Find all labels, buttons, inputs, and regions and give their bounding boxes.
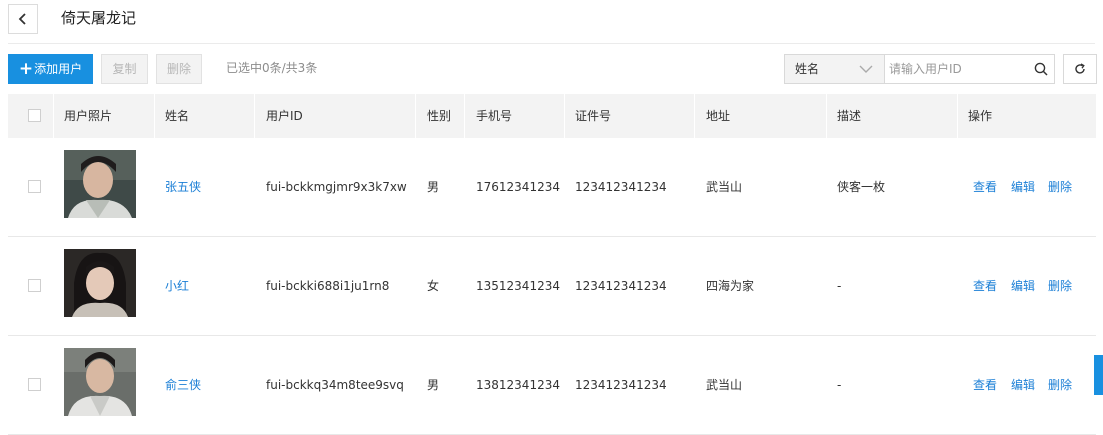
add-user-label: 添加用户 — [34, 62, 83, 76]
column-divider — [826, 94, 827, 138]
user-id-cell: fui-bckki688i1ju1rn8 — [266, 279, 390, 293]
edit-link[interactable]: 编辑 — [1011, 336, 1035, 434]
row-checkbox[interactable] — [28, 378, 41, 391]
search-group: 姓名 — [784, 54, 1055, 84]
search-icon[interactable] — [1034, 62, 1048, 76]
user-name-link[interactable]: 张五侠 — [165, 138, 201, 236]
table-row: 小红 fui-bckki688i1ju1rn8 女 13512341234 12… — [8, 237, 1096, 336]
id-number-cell: 123412341234 — [575, 378, 667, 392]
description-cell: 侠客一枚 — [837, 180, 886, 194]
back-button[interactable] — [8, 4, 38, 34]
scrollbar-thumb[interactable] — [1094, 355, 1103, 395]
delete-link[interactable]: 删除 — [1048, 237, 1072, 335]
phone-cell: 13812341234 — [476, 378, 560, 392]
column-header-description: 描述 — [837, 109, 862, 123]
gender-cell: 男 — [427, 180, 440, 194]
column-header-user-id: 用户ID — [266, 109, 303, 123]
copy-button[interactable]: 复制 — [101, 54, 148, 84]
column-divider — [254, 94, 255, 138]
address-cell: 四海为家 — [706, 279, 755, 293]
view-link[interactable]: 查看 — [973, 237, 997, 335]
id-number-cell: 123412341234 — [575, 180, 667, 194]
column-divider — [564, 94, 565, 138]
avatar — [64, 150, 136, 218]
phone-cell: 13512341234 — [476, 279, 560, 293]
delete-button[interactable]: 删除 — [156, 54, 202, 84]
page-title: 倚天屠龙记 — [61, 9, 137, 27]
edit-link[interactable]: 编辑 — [1011, 138, 1035, 236]
description-cell: - — [837, 378, 842, 392]
column-header-actions: 操作 — [968, 109, 993, 123]
toolbar: +添加用户 复制 删除 已选中0条/共3条 姓名 — [0, 54, 1103, 86]
refresh-icon — [1075, 63, 1085, 74]
chevron-left-icon — [18, 13, 26, 25]
address-cell: 武当山 — [706, 180, 743, 194]
page-header: 倚天屠龙记 — [0, 0, 1103, 44]
column-header-phone: 手机号 — [476, 109, 513, 123]
column-header-name: 姓名 — [165, 109, 190, 123]
column-divider — [154, 94, 155, 138]
header-divider — [8, 43, 1095, 44]
user-name-link[interactable]: 俞三侠 — [165, 336, 201, 434]
row-checkbox[interactable] — [28, 180, 41, 193]
id-number-cell: 123412341234 — [575, 279, 667, 293]
chevron-down-icon — [859, 65, 873, 73]
address-cell: 武当山 — [706, 378, 743, 392]
table-row: 俞三侠 fui-bckkq34m8tee9svq 男 13812341234 1… — [8, 336, 1096, 435]
view-link[interactable]: 查看 — [973, 138, 997, 236]
view-link[interactable]: 查看 — [973, 336, 997, 434]
column-divider — [464, 94, 465, 138]
delete-link[interactable]: 删除 — [1048, 336, 1072, 434]
search-field-value: 姓名 — [795, 62, 820, 76]
column-header-id-number: 证件号 — [575, 109, 612, 123]
search-input[interactable] — [885, 55, 1029, 83]
delete-link[interactable]: 删除 — [1048, 138, 1072, 236]
column-divider — [53, 94, 54, 138]
add-user-button[interactable]: +添加用户 — [8, 54, 93, 84]
column-divider — [694, 94, 695, 138]
user-name-link[interactable]: 小红 — [165, 237, 189, 335]
column-divider — [415, 94, 416, 138]
table-header: 用户照片 姓名 用户ID 性别 手机号 证件号 地址 描述 操作 — [8, 94, 1096, 138]
column-header-gender: 性别 — [427, 109, 452, 123]
description-cell: - — [837, 279, 842, 293]
column-divider — [957, 94, 958, 138]
edit-link[interactable]: 编辑 — [1011, 237, 1035, 335]
avatar — [64, 348, 136, 416]
row-checkbox[interactable] — [28, 279, 41, 292]
phone-cell: 17612341234 — [476, 180, 560, 194]
user-id-cell: fui-bckkmgjmr9x3k7xw — [266, 180, 407, 194]
plus-icon: + — [18, 59, 34, 79]
gender-cell: 女 — [427, 279, 440, 293]
avatar — [64, 249, 136, 317]
select-all-checkbox[interactable] — [28, 109, 41, 122]
user-id-cell: fui-bckkq34m8tee9svq — [266, 378, 404, 392]
column-header-photo: 用户照片 — [64, 109, 113, 123]
table-row: 张五侠 fui-bckkmgjmr9x3k7xw 男 17612341234 1… — [8, 138, 1096, 237]
column-header-address: 地址 — [706, 109, 731, 123]
search-field-select[interactable]: 姓名 — [785, 55, 885, 83]
gender-cell: 男 — [427, 378, 440, 392]
selection-info: 已选中0条/共3条 — [226, 61, 318, 75]
refresh-button[interactable] — [1063, 54, 1097, 84]
